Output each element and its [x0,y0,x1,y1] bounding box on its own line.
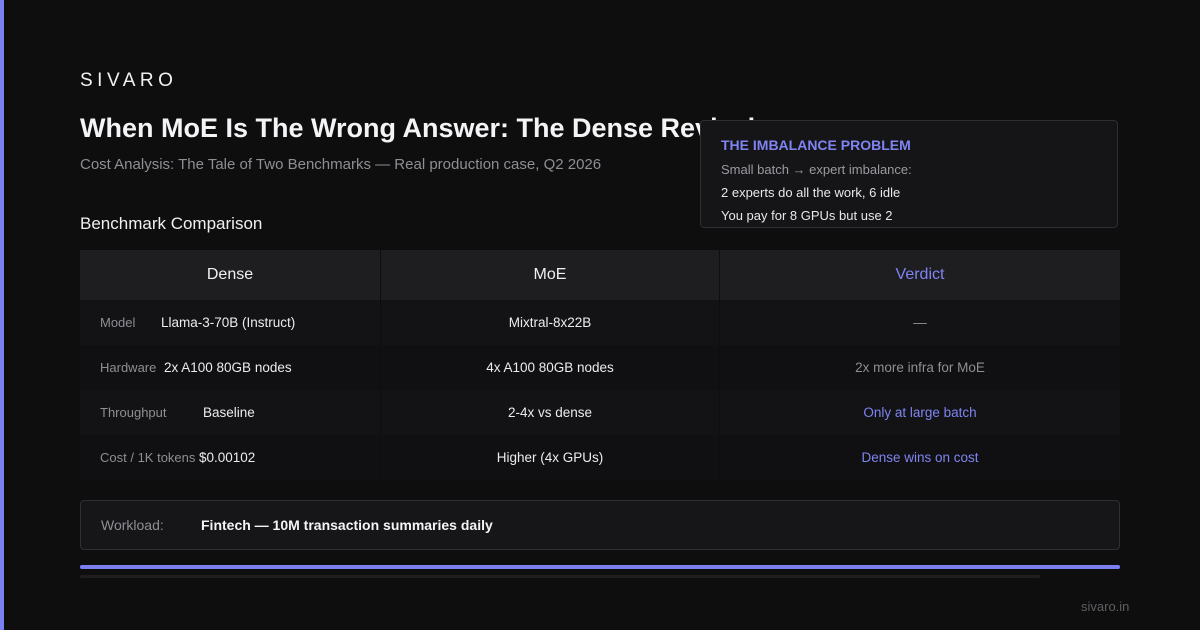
moe-value: Mixtral-8x22B [381,300,719,345]
moe-value: Higher (4x GPUs) [381,435,719,480]
callout-line: 2 experts do all the work, 6 idle [721,185,901,200]
secondary-track [80,575,1040,578]
dense-value: Baseline [203,405,255,420]
callout-title: THE IMBALANCE PROBLEM [721,137,911,153]
imbalance-callout: THE IMBALANCE PROBLEM Small batch → expe… [700,120,1118,228]
table-header-row: Dense MoE Verdict [80,250,1120,300]
callout-line: Small batch → expert imbalance: [721,162,912,177]
section-heading: Benchmark Comparison [80,214,263,233]
progress-bar [80,565,1120,569]
column-header-verdict: Verdict [720,250,1120,300]
workload-panel: Workload: Fintech — 10M transaction summ… [80,500,1120,550]
row-label: Cost / 1K tokens [100,450,196,465]
workload-value: Fintech — 10M transaction summaries dail… [201,517,493,533]
footer-domain: sivaro.in [1081,599,1130,614]
table-row: Throughput Baseline 2-4x vs dense Only a… [80,390,1120,435]
left-accent-bar [0,0,4,630]
page-title: When MoE Is The Wrong Answer: The Dense … [80,113,756,143]
table-row: Model Llama-3-70B (Instruct) Mixtral-8x2… [80,300,1120,345]
row-label: Model [100,315,136,330]
verdict-value: 2x more infra for MoE [720,345,1120,390]
page-subtitle: Cost Analysis: The Tale of Two Benchmark… [80,156,602,173]
dense-value: Llama-3-70B (Instruct) [161,315,296,330]
benchmark-table: Dense MoE Verdict Model Llama-3-70B (Ins… [80,250,1120,480]
moe-value: 2-4x vs dense [381,390,719,435]
dense-value: $0.00102 [199,450,256,465]
column-header-moe: MoE [381,250,719,300]
moe-value: 4x A100 80GB nodes [381,345,719,390]
table-row: Hardware 2x A100 80GB nodes 4x A100 80GB… [80,345,1120,390]
verdict-value: — [720,300,1120,345]
column-header-dense: Dense [80,250,380,300]
dense-cell: Cost / 1K tokens $0.00102 [80,435,380,480]
dense-cell: Model Llama-3-70B (Instruct) [80,300,380,345]
workload-label: Workload: [101,517,164,533]
verdict-value: Dense wins on cost [720,435,1120,480]
row-label: Hardware [100,360,157,375]
progress-fill [80,565,1120,569]
dense-cell: Throughput Baseline [80,390,380,435]
dense-value: 2x A100 80GB nodes [164,360,292,375]
table-row: Cost / 1K tokens $0.00102 Higher (4x GPU… [80,435,1120,480]
callout-line: You pay for 8 GPUs but use 2 [721,208,893,223]
brand-logo: SIVARO [80,70,178,91]
dense-cell: Hardware 2x A100 80GB nodes [80,345,380,390]
verdict-value: Only at large batch [720,390,1120,435]
row-label: Throughput [100,405,167,420]
